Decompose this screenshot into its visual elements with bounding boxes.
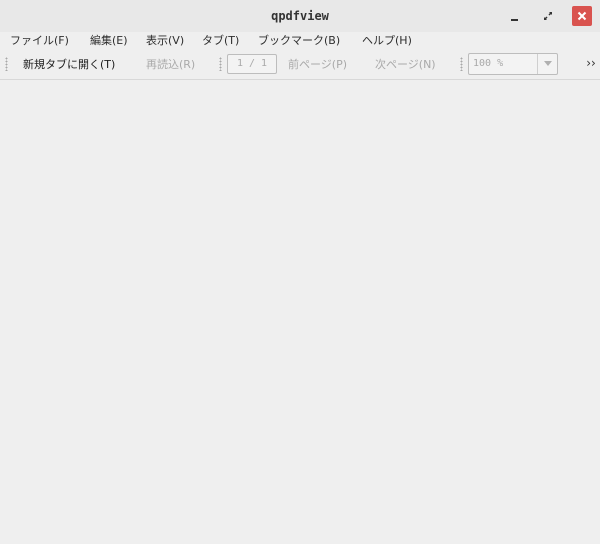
menu-help[interactable]: ヘルプ(H) [362,32,412,49]
menu-bar: ファイル(F) 編集(E) 表示(V) タブ(T) ブックマーク(B) ヘルプ(… [0,32,600,49]
close-icon [577,11,587,21]
refresh-button[interactable]: 再読込(R) [146,49,195,80]
menu-bookmarks[interactable]: ブックマーク(B) [258,32,340,49]
main-toolbar: 新規タブに開く(T) 再読込(R) 1 / 1 前ページ(P) 次ページ(N) … [0,49,600,80]
toolbar-grip-icon[interactable] [219,57,222,71]
minimize-icon [511,19,518,21]
toolbar-grip-icon[interactable] [5,57,8,71]
maximize-button[interactable] [538,6,558,26]
document-area[interactable] [0,80,600,544]
current-page-field[interactable]: 1 / 1 [227,54,277,74]
open-in-new-tab-button[interactable]: 新規タブに開く(T) [23,49,115,80]
menu-tabs[interactable]: タブ(T) [202,32,239,49]
maximize-icon [544,12,552,20]
zoom-combobox[interactable]: 100 % [468,53,558,75]
zoom-value: 100 % [473,58,504,69]
minimize-button[interactable] [504,6,524,26]
zoom-dropdown-button[interactable] [537,54,557,74]
toolbar-grip-icon[interactable] [460,57,463,71]
close-button[interactable] [572,6,592,26]
next-page-button[interactable]: 次ページ(N) [375,49,436,80]
previous-page-button[interactable]: 前ページ(P) [288,49,347,80]
menu-edit[interactable]: 編集(E) [90,32,128,49]
menu-file[interactable]: ファイル(F) [10,32,69,49]
chevron-down-icon [543,61,552,66]
toolbar-overflow-button[interactable]: ›› [584,49,598,80]
title-bar: qpdfview [0,0,600,32]
menu-view[interactable]: 表示(V) [146,32,184,49]
